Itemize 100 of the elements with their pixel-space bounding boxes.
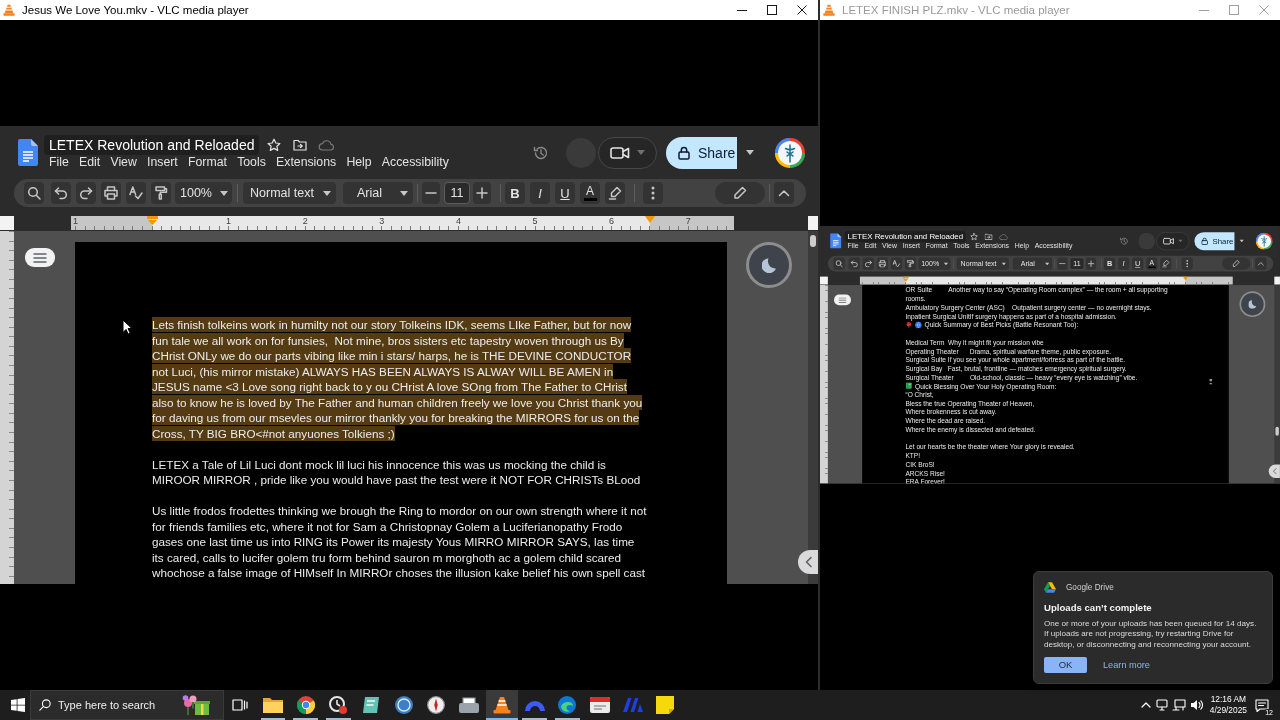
traffic-cone-icon: [823, 4, 835, 16]
dark-mode-button[interactable]: [1239, 291, 1266, 318]
menu-item[interactable]: Help: [346, 155, 372, 170]
outline-button[interactable]: [25, 248, 55, 267]
window-icon[interactable]: [589, 697, 610, 713]
menu-item[interactable]: Extensions: [276, 155, 337, 170]
increase-size-button[interactable]: [1086, 257, 1097, 271]
clock-badge-icon[interactable]: [329, 696, 348, 714]
swirl-icon[interactable]: [558, 696, 577, 714]
paragraph: Us little frodos frodettes thinking we brough the Ring to mordor on our own strength where it not for friends families etc, where it not for Sam a Christopnay Golem a Luciferianopathy Frodo gases one last time us into RING its Power its majesty Yous MIRRO MIRROR SAYS, las time its cared, calls to lucifer golem tru form behind sauron m morghoth ac a golem child scared whochose a false image of HIMself In MIRROr choses the illusion kake belief his own spell cast: [152, 503, 647, 581]
learn-more-link[interactable]: Learn more: [1103, 659, 1150, 670]
history-icon[interactable]: [533, 144, 549, 161]
network-icon[interactable]: [1171, 699, 1186, 711]
font-size-field[interactable]: 11: [444, 182, 470, 204]
close-icon[interactable]: [797, 5, 807, 15]
indent-marker-icon[interactable]: [902, 276, 909, 282]
share-button[interactable]: Share: [666, 136, 737, 169]
clock-date[interactable]: 4/29/2025: [1209, 705, 1247, 716]
text-color-button[interactable]: A: [580, 182, 600, 204]
indent-marker-icon[interactable]: [645, 216, 655, 223]
mouse-cursor-icon: [122, 319, 133, 335]
taskbar-button[interactable]: [485, 690, 519, 720]
star-icon[interactable]: [267, 138, 282, 152]
menu-item[interactable]: File: [49, 155, 69, 170]
menu-item[interactable]: Insert: [147, 155, 178, 170]
search-field[interactable]: Type here to search: [30, 690, 224, 720]
docs-logo-icon[interactable]: [18, 139, 38, 166]
search-button[interactable]: [24, 182, 44, 204]
menu-item[interactable]: Tools: [237, 155, 266, 170]
undo-button[interactable]: [848, 257, 860, 271]
browser-icon[interactable]: [296, 696, 315, 714]
scrollbar-thumb[interactable]: [1275, 427, 1279, 436]
menu-item[interactable]: Edit: [79, 155, 101, 170]
printer-icon[interactable]: [459, 697, 480, 713]
search-button[interactable]: [833, 257, 845, 271]
paint-format-button[interactable]: [904, 257, 917, 271]
more-button[interactable]: [643, 182, 663, 204]
caret-icon[interactable]: [746, 150, 754, 155]
avatar[interactable]: [1255, 232, 1273, 250]
more-button[interactable]: [1181, 257, 1193, 271]
folder-icon[interactable]: [293, 139, 308, 151]
underline-button[interactable]: U: [555, 182, 575, 204]
side-panel-button[interactable]: [1268, 464, 1280, 479]
undo-button[interactable]: [51, 182, 71, 204]
sticky-note-icon[interactable]: [656, 696, 675, 714]
maximize-icon[interactable]: [767, 5, 777, 15]
video-call-button[interactable]: [598, 136, 657, 169]
side-panel-button[interactable]: [798, 550, 818, 574]
zoom-dropdown[interactable]: 100%: [175, 182, 232, 204]
menu-item[interactable]: Accessibility: [381, 155, 449, 170]
ruler-number: 6: [608, 216, 616, 227]
highlight-button[interactable]: [1160, 257, 1172, 271]
ruler-number: 1: [225, 216, 233, 227]
editing-mode-button[interactable]: [715, 182, 765, 204]
increase-size-button[interactable]: [473, 182, 491, 204]
spellcheck-button[interactable]: [126, 182, 146, 204]
print-button[interactable]: [101, 182, 121, 204]
highlight-button[interactable]: [605, 182, 625, 204]
start-icon[interactable]: [11, 698, 25, 712]
editing-mode-button[interactable]: [1222, 257, 1251, 271]
redo-button[interactable]: [862, 257, 874, 271]
arch-icon[interactable]: [524, 699, 545, 711]
font-dropdown[interactable]: Arial: [343, 182, 413, 204]
docs-logo-icon[interactable]: [830, 233, 842, 249]
compass-icon[interactable]: [427, 696, 446, 714]
avatar[interactable]: [775, 137, 805, 168]
monitor-icon[interactable]: [1155, 699, 1168, 711]
scrollbar-thumb[interactable]: [810, 235, 816, 247]
ruler-corner: [1274, 276, 1280, 285]
ok-button[interactable]: OK: [1044, 656, 1087, 673]
style-dropdown[interactable]: Normal text: [243, 182, 336, 204]
ring-icon[interactable]: [394, 696, 413, 714]
print-button[interactable]: [876, 257, 889, 271]
video-call-button[interactable]: [1156, 232, 1190, 251]
collapse-button[interactable]: [774, 182, 794, 204]
menu-item[interactable]: View: [110, 155, 137, 170]
caret-icon[interactable]: [1239, 239, 1244, 243]
dark-mode-button[interactable]: [746, 242, 792, 288]
decrease-size-button[interactable]: [422, 182, 440, 204]
folder-icon[interactable]: [263, 697, 284, 713]
redo-button[interactable]: [76, 182, 96, 204]
chevron-up-icon[interactable]: [1140, 702, 1151, 708]
clock-time[interactable]: 12:16 AM: [1210, 694, 1247, 705]
menu-item[interactable]: Format: [188, 155, 227, 170]
italic-button[interactable]: I: [530, 182, 550, 204]
tile-icon[interactable]: [362, 696, 381, 714]
bold-button[interactable]: B: [505, 182, 525, 204]
decrease-size-button[interactable]: [1057, 257, 1068, 271]
outline-button[interactable]: [834, 294, 851, 306]
spellcheck-button[interactable]: [890, 257, 903, 271]
message-icon[interactable]: [1255, 698, 1269, 712]
print-icon: [104, 186, 118, 200]
indent-marker-icon[interactable]: [146, 216, 158, 225]
indent-marker-icon[interactable]: [1182, 276, 1189, 281]
document-title[interactable]: LETEX Revolution and Reloaded: [44, 135, 260, 155]
minimize-icon[interactable]: [737, 9, 747, 11]
task-view-icon[interactable]: [232, 698, 249, 712]
video-camera-icon: [610, 145, 630, 160]
paint-format-button[interactable]: [151, 182, 171, 204]
volume-icon[interactable]: [1189, 699, 1203, 711]
